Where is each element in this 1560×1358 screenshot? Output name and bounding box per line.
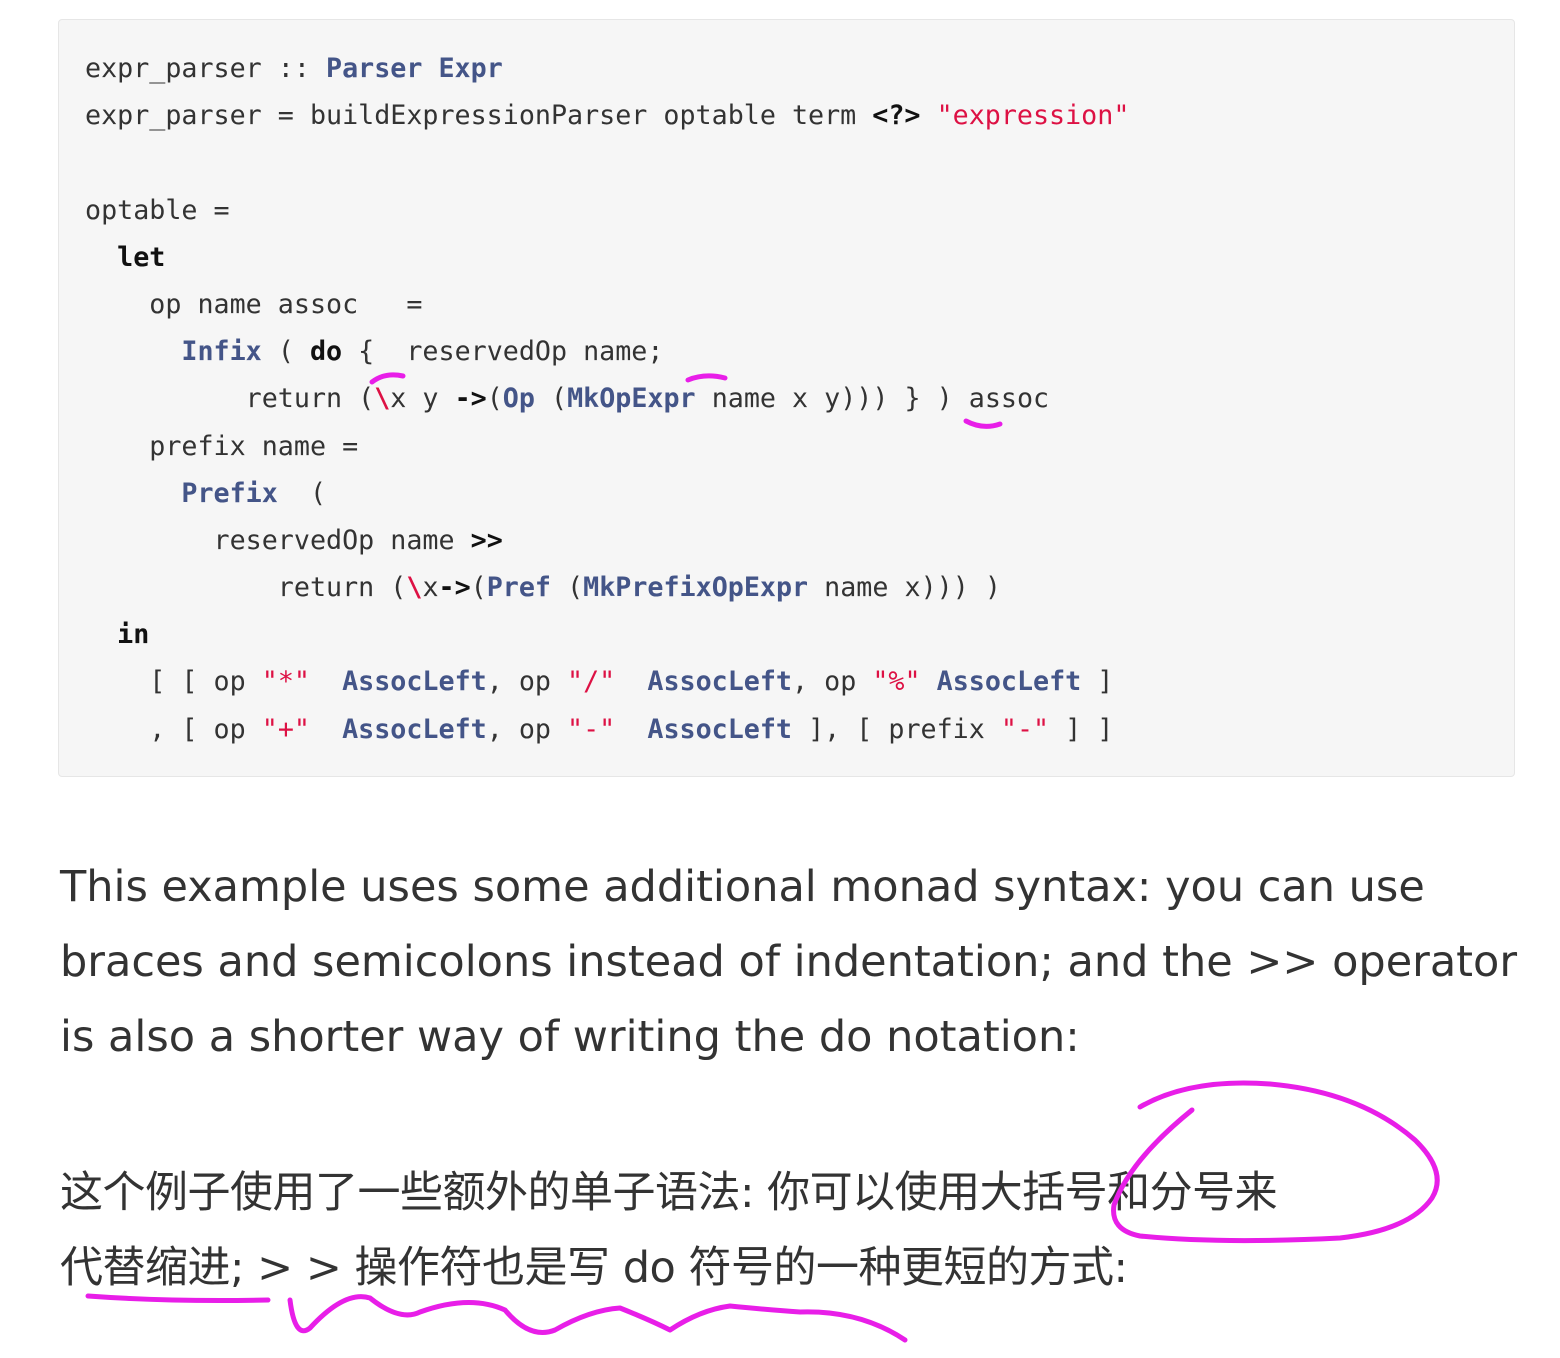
code-line: [ [ op "*" AssocLeft, op "/" AssocLeft, … <box>85 658 1129 705</box>
code-token: , [ op <box>85 713 262 745</box>
code-token: -> <box>454 383 487 415</box>
code-line: reservedOp name >> <box>85 517 1129 564</box>
code-token: let <box>117 241 166 273</box>
code-token: Parser Expr <box>326 53 503 84</box>
code-token: ( <box>486 383 503 415</box>
code-line: return (\x y ->(Op (MkOpExpr name x y)))… <box>85 375 1129 422</box>
code-token: AssocLeft <box>936 666 1082 698</box>
code-token: AssocLeft <box>342 666 487 698</box>
code-token: prefix name = <box>85 430 359 462</box>
code-line: in <box>85 611 1129 658</box>
code-token: name x))) ) <box>808 572 1001 604</box>
code-line: Prefix ( <box>85 470 1129 517</box>
code-token: , op <box>792 666 873 698</box>
code-token: op name assoc = <box>85 288 423 320</box>
code-token: reservedOp name <box>85 524 471 556</box>
code-line: expr_parser = buildExpressionParser opta… <box>85 92 1129 139</box>
code-token: "+" <box>261 713 310 745</box>
code-token: Pref <box>486 572 552 604</box>
code-token: ] ] <box>1049 713 1114 745</box>
code-token: Op <box>502 383 535 415</box>
code-line: Infix ( do { reservedOp name; <box>85 328 1129 375</box>
code-token: , op <box>486 713 568 745</box>
code-token: name x y))) } ) assoc <box>695 383 1050 415</box>
code-listing: expr_parser :: Parser Exprexpr_parser = … <box>85 45 1129 753</box>
code-line: optable = <box>85 187 1129 234</box>
code-token: "-" <box>1000 713 1050 745</box>
code-token: MkPrefixOpExpr <box>583 572 809 604</box>
code-block: expr_parser :: Parser Exprexpr_parser = … <box>58 19 1515 777</box>
code-token: return ( <box>85 572 407 604</box>
code-token: "%" <box>872 666 921 698</box>
code-token: \ <box>406 572 423 604</box>
annotation-underline-indent <box>85 1293 271 1303</box>
code-line: return (\x->(Pref (MkPrefixOpExpr name x… <box>85 564 1129 611</box>
code-token: ( <box>551 572 584 604</box>
code-token: "expression" <box>936 100 1130 132</box>
code-token: return ( <box>85 383 375 415</box>
code-token: do <box>309 336 343 368</box>
code-token: AssocLeft <box>647 713 792 745</box>
code-token: , op <box>486 666 568 698</box>
code-token: x <box>422 572 439 604</box>
code-token: x y <box>390 383 455 415</box>
code-token: ( <box>534 383 568 415</box>
code-line: op name assoc = <box>85 281 1129 328</box>
code-token: <?> <box>872 100 921 132</box>
code-token: expr_parser :: <box>85 53 327 84</box>
code-token: ( <box>277 477 327 509</box>
paragraph-en-line-1: This example uses some additional monad … <box>60 862 1425 912</box>
code-token: ( <box>261 336 310 368</box>
code-token: { reservedOp name; <box>342 336 664 368</box>
code-token: -> <box>438 572 471 604</box>
code-token: "/" <box>567 666 616 698</box>
code-token: expr_parser = buildExpressionParser opta… <box>85 100 873 132</box>
code-token: ( <box>470 572 487 604</box>
code-token: "*" <box>261 666 310 698</box>
code-token: ], [ prefix <box>792 713 1001 745</box>
code-token: MkOpExpr <box>567 383 696 415</box>
code-token: [ [ op <box>85 666 262 698</box>
code-token: Prefix <box>181 477 278 509</box>
code-token: AssocLeft <box>342 713 487 745</box>
paragraph-en-line-3: is also a shorter way of writing the do … <box>60 1012 1080 1062</box>
code-token: \ <box>374 383 391 415</box>
code-token: "-" <box>567 713 616 745</box>
paragraph-en-line-2: braces and semicolons instead of indenta… <box>60 937 1518 987</box>
code-line: , [ op "+" AssocLeft, op "-" AssocLeft ]… <box>85 706 1129 753</box>
code-token: in <box>117 619 150 651</box>
annotation-wavy-underline <box>287 1294 908 1343</box>
code-line: expr_parser :: Parser Expr <box>85 45 1129 92</box>
paragraph-zh-line-2: 代替缩进; > > 操作符也是写 do 符号的一种更短的方式: <box>60 1243 1128 1293</box>
code-token: AssocLeft <box>647 666 792 698</box>
code-line: let <box>85 234 1129 281</box>
code-token: optable = <box>85 194 230 226</box>
code-token: Infix <box>181 336 262 368</box>
code-token: >> <box>470 524 503 556</box>
code-token: ] <box>1081 666 1114 698</box>
code-line: prefix name = <box>85 423 1129 470</box>
paragraph-zh-line-1: 这个例子使用了一些额外的单子语法: 你可以使用大括号和分号来 <box>60 1168 1278 1218</box>
